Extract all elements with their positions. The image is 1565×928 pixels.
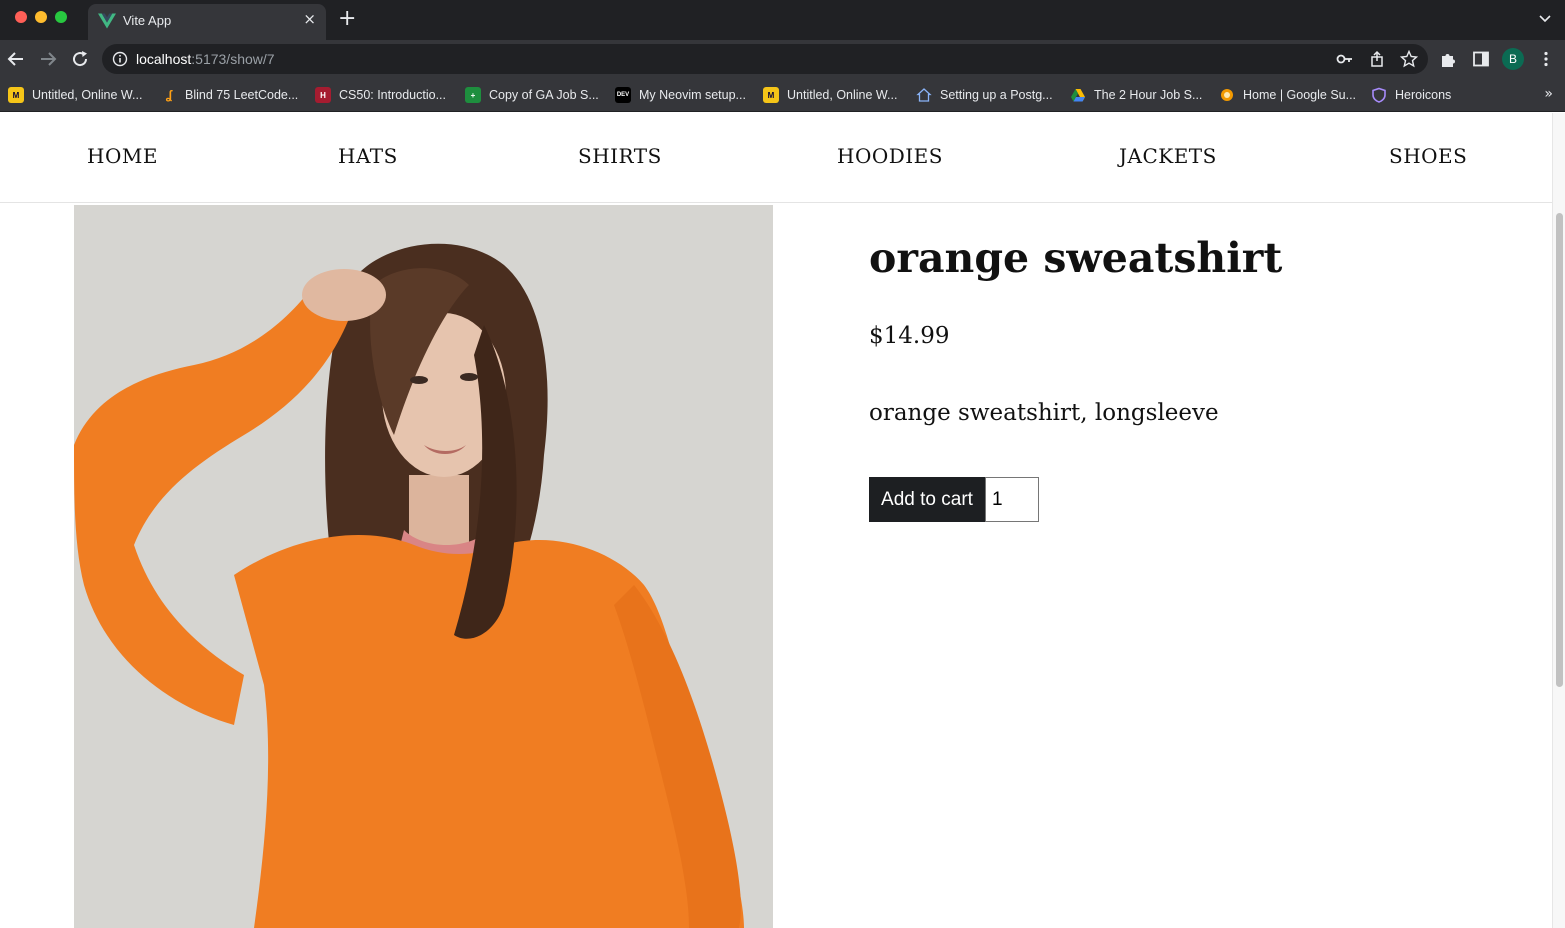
- tab-search-chevron-icon[interactable]: [1539, 12, 1551, 24]
- product-description: orange sweatshirt, longsleeve: [869, 400, 1219, 426]
- product-title: orange sweatshirt: [869, 234, 1283, 282]
- kebab-menu-icon[interactable]: [1537, 50, 1555, 68]
- browser-tab[interactable]: Vite App ×: [88, 4, 326, 40]
- miro-icon: M: [763, 87, 779, 103]
- bookmark-label: Blind 75 LeetCode...: [185, 88, 299, 102]
- back-arrow-icon[interactable]: [6, 49, 26, 69]
- bookmark-item[interactable]: M Untitled, Online W...: [763, 86, 897, 104]
- google-drive-icon: [1071, 89, 1085, 102]
- scrollbar-thumb[interactable]: [1556, 213, 1563, 687]
- bookmark-label: The 2 Hour Job S...: [1094, 88, 1203, 102]
- vue-logo-icon: [98, 13, 116, 29]
- nav-link-jackets[interactable]: JACKETS: [1119, 144, 1217, 168]
- minimize-window-button[interactable]: [35, 11, 47, 23]
- bookmark-item[interactable]: The 2 Hour Job S...: [1070, 86, 1202, 104]
- more-bookmarks-icon[interactable]: »: [1544, 86, 1553, 102]
- profile-avatar[interactable]: B: [1502, 48, 1524, 70]
- bookmark-item[interactable]: ʆ Blind 75 LeetCode...: [161, 86, 299, 104]
- bookmark-item[interactable]: + Copy of GA Job S...: [465, 86, 599, 104]
- quantity-input[interactable]: [985, 477, 1039, 522]
- bookmarks-bar: M Untitled, Online W... ʆ Blind 75 LeetC…: [0, 78, 1565, 112]
- category-nav: HOME HATS SHIRTS HOODIES JACKETS SHOES: [0, 113, 1552, 203]
- bookmark-label: Heroicons: [1395, 88, 1452, 102]
- tab-title: Vite App: [123, 13, 172, 28]
- url-path: :5173/show/7: [191, 51, 275, 67]
- reload-icon[interactable]: [70, 49, 90, 69]
- bookmark-label: My Neovim setup...: [639, 88, 746, 102]
- bookmark-label: Copy of GA Job S...: [489, 88, 599, 102]
- house-icon: [916, 88, 932, 102]
- site-info-icon[interactable]: [112, 51, 128, 67]
- side-panel-icon[interactable]: [1472, 50, 1490, 68]
- product-photo-illustration: [74, 205, 773, 928]
- page-scrollbar[interactable]: [1552, 113, 1565, 928]
- bookmark-item[interactable]: DEV My Neovim setup...: [615, 86, 746, 104]
- bookmark-label: Setting up a Postg...: [940, 88, 1053, 102]
- url-host: localhost: [136, 51, 192, 67]
- nav-link-home[interactable]: HOME: [87, 144, 158, 168]
- browser-tabstrip: Vite App × +: [0, 0, 1565, 40]
- add-to-cart-button[interactable]: Add to cart: [869, 477, 985, 522]
- bookmark-item[interactable]: Setting up a Postg...: [916, 86, 1053, 104]
- miro-icon: M: [8, 87, 24, 103]
- sheets-icon: +: [465, 87, 481, 103]
- bookmark-item[interactable]: H CS50: Introductio...: [315, 86, 446, 104]
- bookmark-item[interactable]: Heroicons: [1371, 86, 1451, 104]
- maximize-window-button[interactable]: [55, 11, 67, 23]
- product-price: $14.99: [869, 323, 950, 349]
- bookmark-item[interactable]: Home | Google Su...: [1219, 86, 1356, 104]
- page-viewport: HOME HATS SHIRTS HOODIES JACKETS SHOES o…: [0, 113, 1552, 928]
- leetcode-icon: ʆ: [165, 88, 173, 102]
- new-tab-button[interactable]: +: [338, 8, 356, 30]
- extensions-puzzle-icon[interactable]: [1439, 50, 1457, 68]
- product-image: [74, 205, 773, 928]
- address-bar[interactable]: localhost:5173/show/7: [102, 44, 1428, 74]
- harvard-icon: H: [315, 87, 331, 103]
- nav-link-hoodies[interactable]: HOODIES: [837, 144, 943, 168]
- bookmark-label: Home | Google Su...: [1243, 88, 1357, 102]
- heroicons-icon: [1372, 87, 1386, 103]
- close-window-button[interactable]: [15, 11, 27, 23]
- browser-toolbar: localhost:5173/show/7 B: [0, 40, 1565, 78]
- bookmark-label: CS50: Introductio...: [339, 88, 447, 102]
- bookmark-label: Untitled, Online W...: [787, 88, 898, 102]
- bookmark-item[interactable]: M Untitled, Online W...: [8, 86, 142, 104]
- dev-icon: DEV: [615, 87, 631, 103]
- forward-arrow-icon[interactable]: [38, 49, 58, 69]
- bookmark-label: Untitled, Online W...: [32, 88, 143, 102]
- share-icon[interactable]: [1368, 50, 1386, 68]
- key-icon[interactable]: [1336, 50, 1354, 68]
- url-text: localhost:5173/show/7: [136, 51, 275, 67]
- close-tab-icon[interactable]: ×: [303, 11, 316, 27]
- nav-link-shoes[interactable]: SHOES: [1389, 144, 1467, 168]
- nav-link-hats[interactable]: HATS: [338, 144, 398, 168]
- google-support-icon: [1221, 89, 1233, 101]
- nav-link-shirts[interactable]: SHIRTS: [578, 144, 662, 168]
- bookmark-star-icon[interactable]: [1400, 50, 1418, 68]
